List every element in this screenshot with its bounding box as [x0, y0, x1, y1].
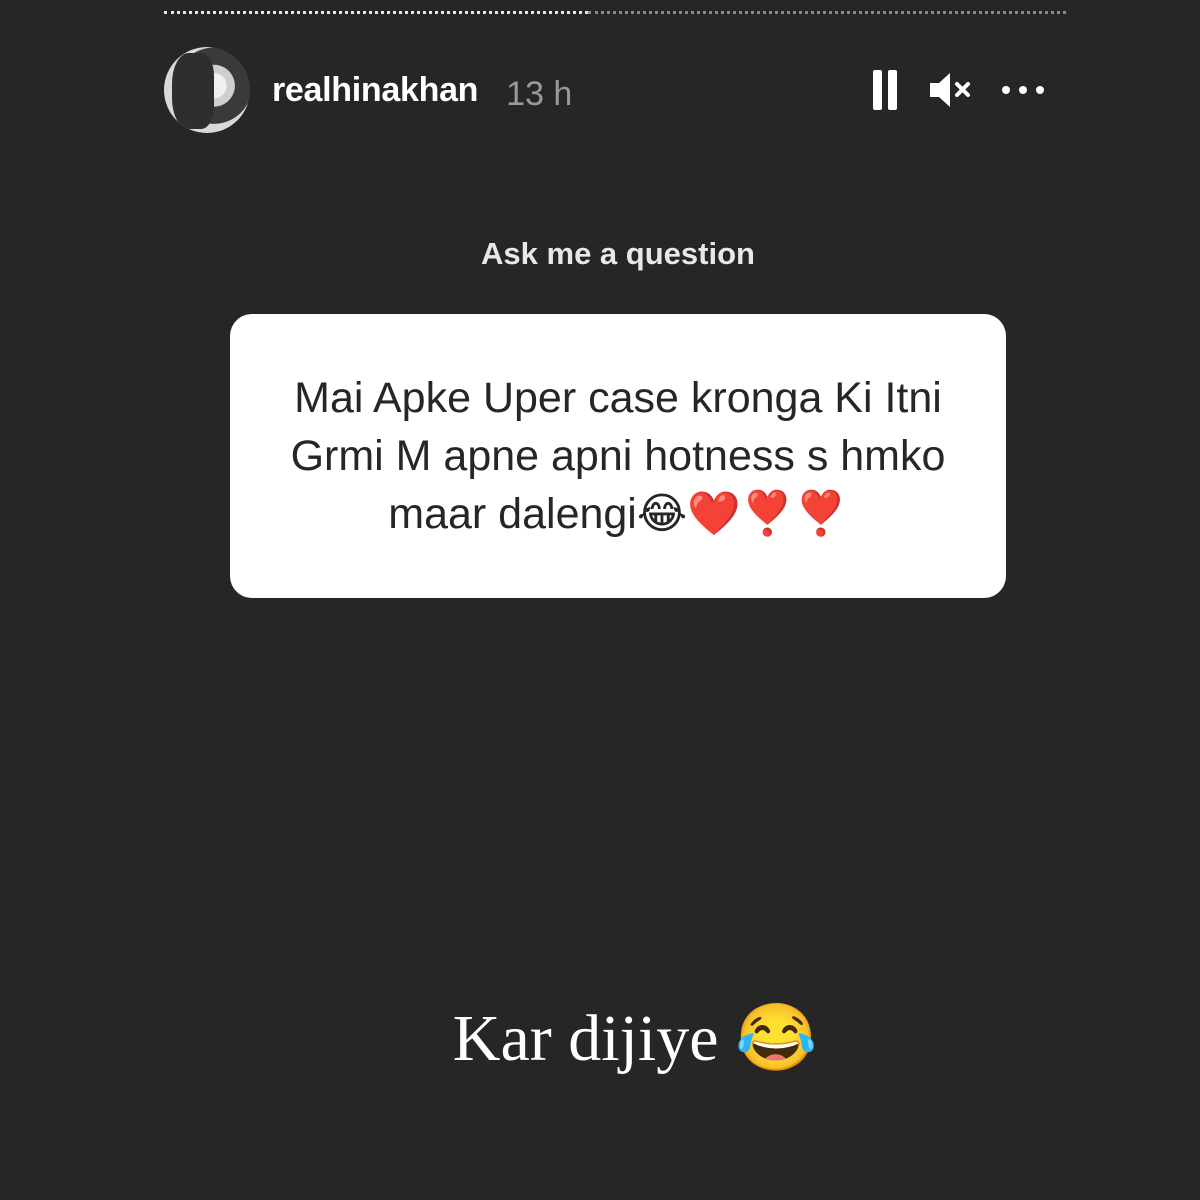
- story-progress-fill: [164, 11, 588, 17]
- story-progress-bar: [164, 11, 1066, 15]
- question-text: Mai Apke Uper case kronga Ki Itni Grmi M…: [290, 374, 946, 538]
- answer-text: Kar dijiye 😂: [452, 1002, 818, 1075]
- pause-icon[interactable]: [870, 70, 900, 110]
- timestamp: 13 h: [506, 74, 573, 113]
- story-header: realhinakhan 13 h: [164, 46, 1066, 134]
- muted-speaker-icon[interactable]: [928, 70, 974, 110]
- question-sticker-title: Ask me a question: [481, 236, 755, 271]
- avatar[interactable]: [164, 47, 250, 133]
- story-progress-remaining: [587, 11, 1066, 17]
- more-horizontal-icon[interactable]: [1002, 86, 1044, 94]
- username[interactable]: realhinakhan: [272, 71, 478, 110]
- story-viewer[interactable]: realhinakhan 13 h Ask me a question Mai …: [0, 0, 1200, 1200]
- question-sticker[interactable]: Mai Apke Uper case kronga Ki Itni Grmi M…: [230, 314, 1006, 598]
- story-controls: [870, 70, 1066, 110]
